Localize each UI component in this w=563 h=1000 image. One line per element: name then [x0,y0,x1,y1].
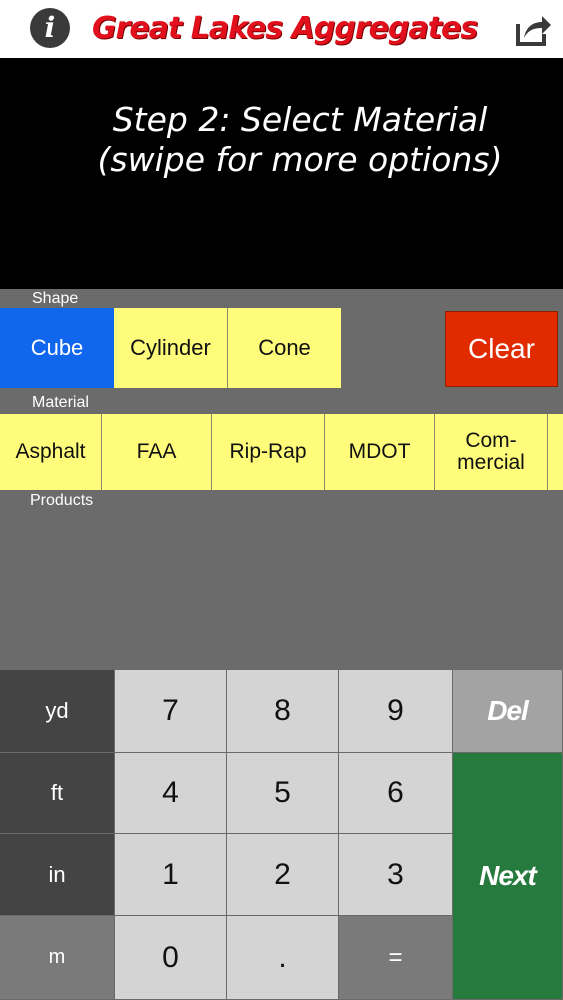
key-1-button[interactable]: 1 [115,834,227,916]
key-2-button[interactable]: 2 [227,834,339,916]
key-5-button[interactable]: 5 [227,753,339,834]
delete-button[interactable]: Del [453,670,563,753]
header-bar: i Great Lakes Aggregates [0,0,563,58]
key-7-button[interactable]: 7 [115,670,227,753]
products-area[interactable] [0,512,563,670]
instruction-panel: Step 2: Select Material (swipe for more … [0,58,563,289]
material-riprap-button[interactable]: Rip-Rap [212,414,325,490]
share-icon[interactable] [510,8,552,50]
shape-cylinder-button[interactable]: Cylinder [114,308,228,388]
clear-button[interactable]: Clear [445,311,558,387]
key-decimal-button[interactable]: . [227,916,339,1000]
key-6-button[interactable]: 6 [339,753,453,834]
key-3-button[interactable]: 3 [339,834,453,916]
instruction-hint: (swipe for more options) [97,140,503,179]
next-button[interactable]: Next [453,753,563,1000]
key-8-button[interactable]: 8 [227,670,339,753]
unit-yd-button[interactable]: yd [0,670,115,753]
material-faa-button[interactable]: FAA [102,414,212,490]
shape-cone-button[interactable]: Cone [228,308,341,388]
material-next-option-partial[interactable] [548,414,563,490]
equals-button[interactable]: = [339,916,453,1000]
material-asphalt-button[interactable]: Asphalt [0,414,102,490]
info-icon[interactable]: i [30,8,70,48]
unit-ft-button[interactable]: ft [0,753,115,834]
key-4-button[interactable]: 4 [115,753,227,834]
key-0-button[interactable]: 0 [115,916,227,1000]
instruction-step: Step 2: Select Material [112,100,488,139]
key-9-button[interactable]: 9 [339,670,453,753]
unit-in-button[interactable]: in [0,834,115,916]
shape-cube-button[interactable]: Cube [0,308,114,388]
shape-label: Shape [32,290,79,307]
material-label: Material [32,394,89,411]
material-mdot-button[interactable]: MDOT [325,414,435,490]
unit-m-button[interactable]: m [0,916,115,1000]
material-commercial-button[interactable]: Com- mercial [435,414,548,490]
products-label: Products [30,492,94,509]
app-title: Great Lakes Aggregates [92,11,478,46]
